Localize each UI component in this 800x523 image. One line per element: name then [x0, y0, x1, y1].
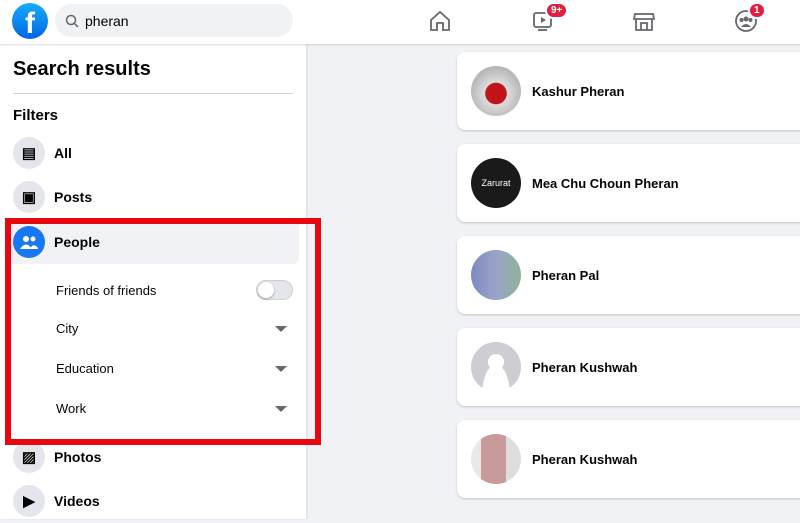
avatar: Zarurat	[471, 158, 521, 208]
marketplace-nav[interactable]	[631, 8, 657, 34]
watch-badge: 9+	[545, 2, 569, 19]
groups-nav[interactable]: 1	[733, 2, 766, 34]
filter-label: Photos	[54, 449, 102, 465]
filter-videos[interactable]: ▶ Videos	[8, 479, 299, 523]
search-box[interactable]	[55, 4, 293, 37]
marketplace-icon	[632, 13, 656, 31]
filter-posts[interactable]: ▣ Posts	[8, 175, 299, 219]
videos-icon: ▶	[13, 485, 45, 517]
result-card[interactable]: Zarurat Mea Chu Choun Pheran	[457, 144, 800, 222]
result-name[interactable]: Pheran Kushwah	[532, 360, 637, 375]
all-icon: ▤	[13, 137, 45, 169]
avatar	[471, 434, 521, 484]
result-card[interactable]: Kashur Pheran	[457, 52, 800, 130]
home-nav[interactable]	[427, 8, 453, 34]
avatar	[471, 250, 521, 300]
search-input[interactable]	[85, 12, 275, 29]
facebook-logo[interactable]: f	[12, 3, 48, 39]
top-bar: f 9+ 1	[0, 0, 800, 44]
avatar	[471, 342, 521, 392]
divider	[13, 93, 293, 94]
filter-label: All	[54, 145, 72, 161]
watch-nav[interactable]: 9+	[530, 2, 569, 34]
filter-label: Posts	[54, 189, 93, 205]
search-icon	[65, 14, 79, 28]
groups-badge: 1	[748, 2, 766, 19]
posts-icon: ▣	[13, 181, 45, 213]
filters-heading: Filters	[13, 107, 59, 124]
highlight-box	[5, 218, 321, 445]
page-title: Search results	[13, 58, 151, 80]
result-name[interactable]: Mea Chu Choun Pheran	[532, 176, 679, 191]
filter-all[interactable]: ▤ All	[8, 131, 299, 175]
result-card[interactable]: Pheran Pal	[457, 236, 800, 314]
filter-label: Videos	[54, 493, 100, 509]
home-icon	[430, 10, 450, 31]
result-name[interactable]: Kashur Pheran	[532, 84, 624, 99]
result-name[interactable]: Pheran Pal	[532, 268, 599, 283]
avatar	[471, 66, 521, 116]
photos-icon: ▨	[13, 441, 45, 473]
result-name[interactable]: Pheran Kushwah	[532, 452, 637, 467]
result-card[interactable]: Pheran Kushwah	[457, 420, 800, 498]
result-card[interactable]: Pheran Kushwah	[457, 328, 800, 406]
